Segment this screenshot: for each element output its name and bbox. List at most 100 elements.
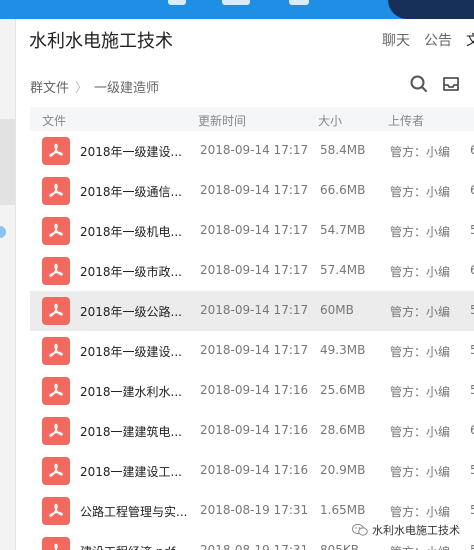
file-time: 2018-08-19 17:31 (200, 543, 309, 550)
breadcrumb: 群文件〉一级建造师 (30, 77, 159, 96)
file-size: 25.6MB (320, 383, 366, 397)
file-row[interactable]: 2018一建水利水... 2018-09-14 17:16 25.6MB 管方：小编 5 (30, 371, 474, 411)
file-row[interactable]: 2018年一级公路... 2018-09-14 17:17 60MB 管方：小编 5 (30, 291, 474, 331)
file-row[interactable]: 2018年一级建设... 2018-09-14 17:17 49.3MB 管方：小编 5 (30, 331, 474, 371)
top-toolbar (0, 0, 474, 19)
file-download-count: 5 (470, 303, 474, 317)
pdf-icon (42, 337, 70, 365)
file-time: 2018-09-14 17:16 (200, 423, 309, 437)
file-size: 58.4MB (320, 143, 366, 157)
file-uploader: 管方：小编 (390, 505, 451, 519)
watermark: 水利水电施工技术 (352, 522, 460, 540)
file-name: 2018一建建筑电... (80, 425, 182, 439)
pdf-icon (42, 497, 70, 525)
file-time: 2018-09-14 17:16 (200, 383, 309, 397)
chat-tab-icon[interactable] (168, 0, 186, 5)
file-download-count: 6 (470, 263, 474, 277)
file-row[interactable]: 2018年一级建设... 2018-09-14 17:17 58.4MB 管方：小编 6 (30, 131, 474, 171)
file-size: 54.7MB (320, 223, 366, 237)
files-tab-icon[interactable] (289, 0, 309, 5)
tab-announcement[interactable]: 公告 (424, 30, 452, 50)
watermark-text: 水利水电施工技术 (372, 524, 460, 537)
file-uploader: 管方：小编 (390, 345, 451, 359)
pdf-icon (42, 537, 70, 550)
file-time: 2018-09-14 17:17 (200, 183, 309, 197)
file-size: 805KB (320, 543, 360, 550)
file-download-count: 6 (470, 423, 474, 437)
inbox-icon[interactable] (440, 73, 462, 95)
file-uploader: 管方：小编 (390, 385, 451, 399)
window-controls-area (388, 0, 474, 19)
file-name: 2018年一级建设... (80, 345, 182, 359)
file-uploader: 管方：小编 (390, 185, 451, 199)
file-row[interactable]: 2018年一级机电... 2018-09-14 17:17 54.7MB 管方：小编 5 (30, 211, 474, 251)
file-row[interactable]: 2018年一级市政... 2018-09-14 17:17 57.4MB 管方：小编 6 (30, 251, 474, 291)
file-name: 2018年一级市政... (80, 265, 182, 279)
file-uploader: 管方：小编 (390, 305, 451, 319)
file-size: 66.6MB (320, 183, 366, 197)
file-name: 建设工程经济.pdf (80, 543, 175, 550)
file-size: 20.9MB (320, 463, 366, 477)
pdf-icon (42, 177, 70, 205)
file-time: 2018-08-19 17:31 (200, 503, 309, 517)
sidebar-status-dot (0, 226, 6, 238)
file-uploader: 管方：小编 (390, 265, 451, 279)
file-time: 2018-09-14 17:17 (200, 303, 309, 317)
file-name: 2018年一级公路... (80, 305, 182, 319)
file-uploader: 管方：小编 (390, 465, 451, 479)
breadcrumb-root[interactable]: 群文件 (30, 81, 69, 96)
file-uploader: 管方：小编 (390, 425, 451, 439)
file-name: 2018一建建设工... (80, 465, 182, 479)
file-size: 49.3MB (320, 343, 366, 357)
file-name: 2018年一级建设... (80, 145, 182, 159)
file-row[interactable]: 2018年一级通信... 2018-09-14 17:17 66.6MB 管方：小编 6 (30, 171, 474, 211)
search-icon[interactable] (408, 73, 430, 95)
pdf-icon (42, 257, 70, 285)
file-size: 60MB (320, 303, 354, 317)
tab-files[interactable]: 文 (466, 30, 474, 50)
file-size: 28.6MB (320, 423, 366, 437)
file-uploader: 管方：小编 (390, 145, 451, 159)
file-time: 2018-09-14 17:17 (200, 223, 309, 237)
breadcrumb-current: 一级建造师 (94, 81, 160, 96)
file-table-header: 文件 更新时间 大小 上传者 (30, 107, 474, 131)
file-download-count: 5 (470, 463, 474, 477)
file-time: 2018-09-14 17:16 (200, 463, 309, 477)
column-header-uploader[interactable]: 上传者 (388, 112, 424, 129)
left-sidebar (0, 19, 16, 550)
file-download-count: 6 (470, 183, 474, 197)
file-size: 57.4MB (320, 263, 366, 277)
file-row[interactable]: 2018一建建筑电... 2018-09-14 17:16 28.6MB 管方：小编 6 (30, 411, 474, 451)
tab-chat[interactable]: 聊天 (382, 30, 410, 50)
wechat-logo (352, 523, 368, 540)
pdf-icon (42, 217, 70, 245)
file-size: 1.65MB (320, 503, 366, 517)
pdf-icon (42, 137, 70, 165)
file-name: 2018年一级通信... (80, 185, 182, 199)
file-name: 2018年一级机电... (80, 225, 182, 239)
file-download-count: 5 (470, 223, 474, 237)
file-list: 2018年一级建设... 2018-09-14 17:17 58.4MB 管方：小编 6… (30, 131, 474, 550)
sidebar-selected-item[interactable] (0, 119, 15, 205)
file-download-count: 6 (470, 143, 474, 157)
file-download-count: 5 (470, 543, 474, 550)
group-title: 水利水电施工技术 (29, 31, 173, 52)
column-header-time[interactable]: 更新时间 (198, 112, 246, 129)
file-name: 公路工程管理与实... (80, 505, 188, 519)
file-time: 2018-09-14 17:17 (200, 143, 309, 157)
file-name: 2018一建水利水... (80, 385, 182, 399)
file-time: 2018-09-14 17:17 (200, 343, 309, 357)
file-uploader: 管方：小编 (390, 225, 451, 239)
column-header-file[interactable]: 文件 (42, 112, 66, 129)
file-time: 2018-09-14 17:17 (200, 263, 309, 277)
file-uploader: 管方：小编 (390, 543, 450, 550)
pdf-icon (42, 377, 70, 405)
contacts-tab-icon[interactable] (222, 0, 250, 5)
column-header-size[interactable]: 大小 (318, 112, 342, 129)
file-row[interactable]: 2018一建建设工... 2018-09-14 17:16 20.9MB 管方：小编 5 (30, 451, 474, 491)
file-download-count: 5 (470, 503, 474, 517)
file-download-count: 5 (470, 343, 474, 357)
file-download-count: 5 (470, 383, 474, 397)
pdf-icon (42, 457, 70, 485)
breadcrumb-separator: 〉 (75, 81, 89, 96)
